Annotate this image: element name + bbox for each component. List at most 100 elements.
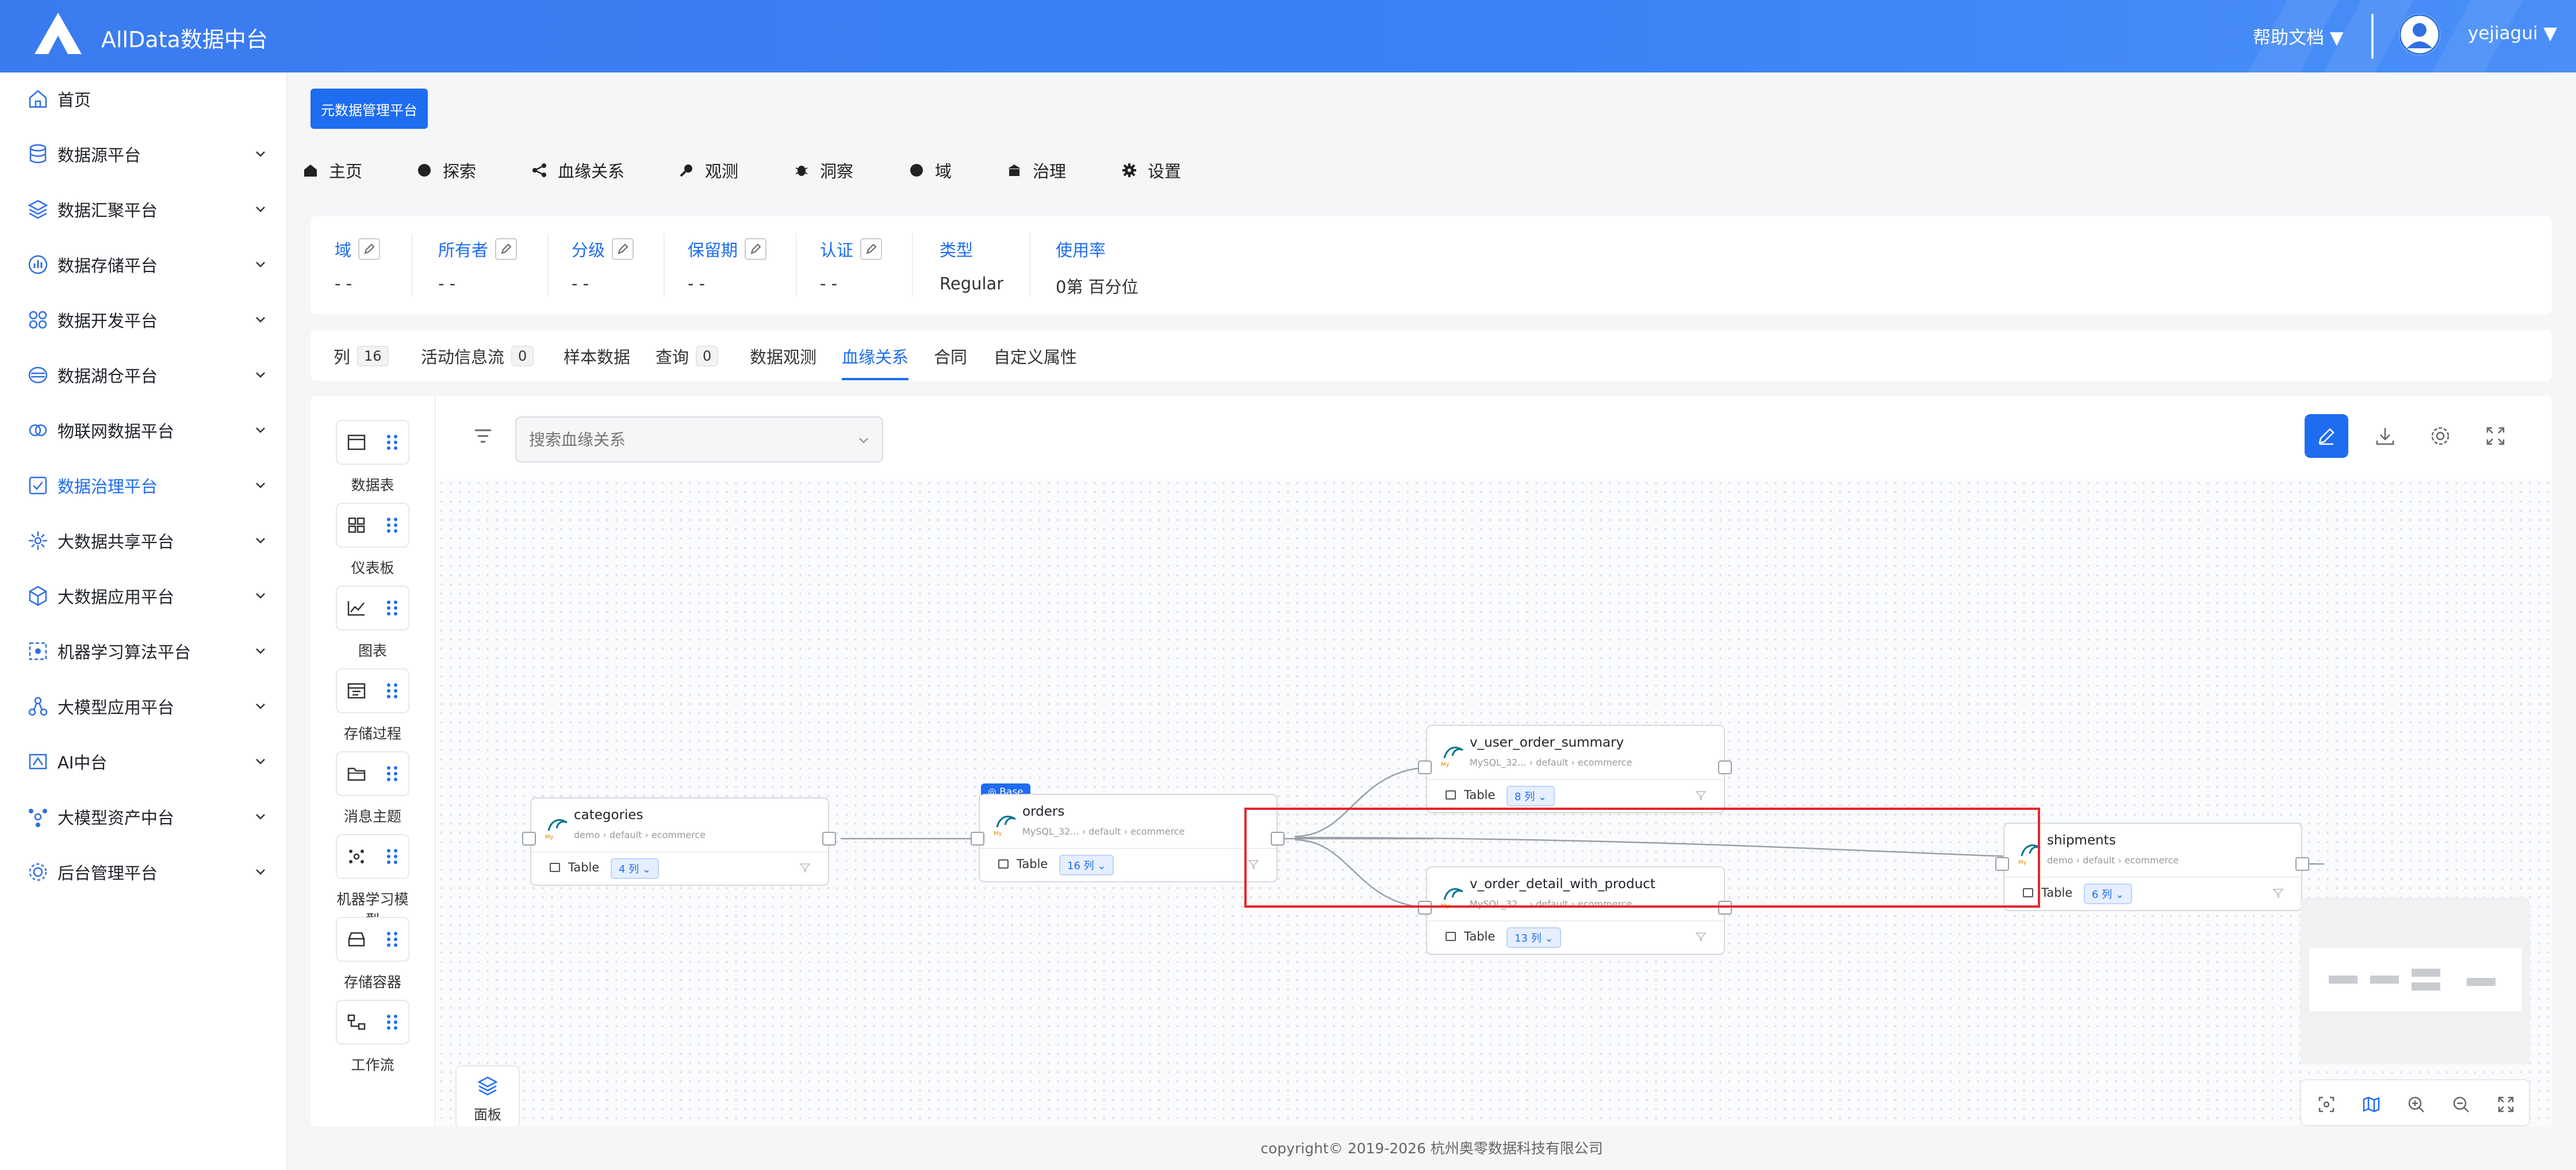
tab-contract[interactable]: 合同 (934, 343, 967, 369)
metadata-platform-button[interactable]: 元数据管理平台 (310, 89, 428, 129)
lineage-node-categories[interactable]: My categories demo › default › ecommerce… (530, 797, 829, 886)
palette-workflow[interactable]: 工作流 (336, 1000, 409, 1075)
columns-dropdown[interactable]: 13 列 ⌄ (1506, 927, 1562, 948)
sidebar-item-label: 大模型应用平台 (57, 698, 175, 717)
domain-icon (910, 164, 923, 177)
sidebar-item-development[interactable]: 数据开发平台 (0, 297, 288, 343)
edit-icon[interactable] (745, 238, 767, 260)
sidebar-item-storage[interactable]: 数据存储平台 (0, 242, 288, 288)
node-output-port[interactable] (1718, 760, 1732, 774)
filter-icon[interactable] (2272, 887, 2284, 898)
tab-sample-data[interactable]: 样本数据 (564, 343, 630, 369)
nav-observe[interactable]: 观测 (678, 158, 738, 183)
mysql-icon: My (994, 816, 1016, 837)
map-toggle-button[interactable] (2359, 1092, 2384, 1117)
sidebar-item-lakehouse[interactable]: 数据湖仓平台 (0, 352, 288, 398)
palette-container[interactable]: 存储容器 (336, 917, 409, 992)
sidebar-item-aggregation[interactable]: 数据汇聚平台 (0, 186, 288, 232)
settings-icon (29, 863, 47, 881)
fit-view-button[interactable] (2314, 1092, 2339, 1117)
tab-custom-properties[interactable]: 自定义属性 (994, 343, 1077, 369)
info-key: 使用率 (1056, 240, 1106, 260)
columns-dropdown[interactable]: 6 列 ⌄ (2084, 884, 2132, 904)
drag-handle-icon[interactable] (385, 1013, 399, 1031)
sidebar-item-application[interactable]: 大数据应用平台 (0, 573, 288, 619)
drag-handle-icon[interactable] (385, 764, 399, 783)
tab-activity-feed[interactable]: 活动信息流 0 (421, 343, 534, 369)
lineage-canvas[interactable]: My categories demo › default › ecommerce… (437, 396, 2552, 1126)
palette-procedure[interactable]: 存储过程 (336, 668, 409, 743)
node-output-port[interactable] (2295, 857, 2309, 871)
filter-icon[interactable] (1695, 931, 1707, 942)
drag-handle-icon[interactable] (385, 930, 399, 949)
sidebar-item-datasource[interactable]: 数据源平台 (0, 131, 288, 177)
edit-icon[interactable] (860, 238, 883, 260)
sidebar-item-admin[interactable]: 后台管理平台 (0, 849, 288, 895)
sidebar-item-label: 首页 (57, 90, 91, 110)
nav-settings[interactable]: 设置 (1121, 158, 1181, 183)
palette-label: 数据表 (351, 477, 394, 494)
edit-icon[interactable] (495, 238, 518, 260)
node-path: demo › default › ecommerce (574, 829, 706, 840)
sidebar-item-iot[interactable]: 物联网数据平台 (0, 407, 288, 453)
columns-dropdown[interactable]: 4 列 ⌄ (611, 858, 659, 879)
palette-table[interactable]: 数据表 (336, 420, 409, 495)
palette-ml-model[interactable]: 机器学习模型 (336, 834, 409, 930)
columns-dropdown[interactable]: 8 列 ⌄ (1506, 786, 1555, 806)
nav-governance[interactable]: 治理 (1006, 158, 1066, 183)
sidebar-item-sharing[interactable]: 大数据共享平台 (0, 518, 288, 564)
sidebar-item-ai[interactable]: AI中台 (0, 739, 288, 785)
node-name: orders (1022, 804, 1065, 819)
lineage-node-shipments[interactable]: My shipments demo › default › ecommerce … (2003, 823, 2302, 911)
info-value: - - (688, 274, 706, 293)
palette-chart[interactable]: 图表 (336, 586, 409, 660)
panel-button[interactable]: 面板 (455, 1065, 520, 1126)
sidebar-item-ml[interactable]: 机器学习算法平台 (0, 628, 288, 674)
node-input-port[interactable] (971, 832, 984, 846)
drag-handle-icon[interactable] (385, 847, 399, 866)
nav-domain[interactable]: 域 (908, 158, 952, 183)
filter-icon[interactable] (1695, 789, 1707, 801)
lineage-node-v-user-order-summary[interactable]: My v_user_order_summary MySQL_32... › de… (1426, 725, 1725, 813)
tab-columns[interactable]: 列 16 (334, 343, 389, 369)
info-certification: 认证 - - (820, 237, 883, 293)
edit-icon[interactable] (612, 238, 634, 260)
avatar[interactable] (2399, 14, 2440, 55)
columns-dropdown[interactable]: 16 列 ⌄ (1059, 855, 1114, 875)
palette-dashboard[interactable]: 仪表板 (336, 503, 409, 578)
drag-handle-icon[interactable] (385, 516, 399, 534)
nav-explore[interactable]: 探索 (416, 158, 476, 183)
tab-queries[interactable]: 查询 0 (656, 343, 719, 369)
layers-icon (477, 1076, 498, 1096)
node-input-port[interactable] (1418, 760, 1432, 774)
share-icon (29, 532, 47, 550)
tab-data-observability[interactable]: 数据观测 (750, 343, 816, 369)
nav-home[interactable]: 主页 (302, 158, 362, 183)
sidebar-item-home[interactable]: 首页 (0, 76, 288, 122)
palette-topic[interactable]: 消息主题 (336, 751, 409, 826)
user-menu[interactable]: yejiagui ▼ (2468, 23, 2557, 44)
filter-icon[interactable] (799, 862, 811, 873)
nav-insight[interactable]: 洞察 (793, 158, 853, 183)
help-docs-menu[interactable]: 帮助文档 ▼ (2253, 23, 2344, 49)
zoom-in-button[interactable] (2404, 1092, 2429, 1117)
sidebar-item-governance[interactable]: 数据治理平台 (0, 462, 288, 508)
sidebar-item-llm-app[interactable]: 大模型应用平台 (0, 683, 288, 729)
nav-lineage[interactable]: 血缘关系 (531, 158, 624, 183)
node-output-port[interactable] (822, 832, 836, 846)
zoom-out-button[interactable] (2448, 1092, 2474, 1117)
sidebar-item-llm-asset[interactable]: 大模型资产中台 (0, 794, 288, 840)
drag-handle-icon[interactable] (385, 682, 399, 700)
node-path: demo › default › ecommerce (2047, 855, 2179, 866)
drag-handle-icon[interactable] (385, 599, 399, 617)
chart-icon (347, 601, 365, 616)
node-input-port[interactable] (522, 832, 536, 846)
lineage-node-orders[interactable]: My orders MySQL_32... › default › ecomme… (979, 794, 1278, 882)
ml-model-icon (348, 850, 364, 863)
expand-button[interactable] (2493, 1092, 2518, 1117)
drag-handle-icon[interactable] (385, 433, 399, 452)
tab-lineage[interactable]: 血缘关系 (842, 343, 909, 380)
zoom-out-icon (2453, 1096, 2469, 1112)
edit-icon[interactable] (358, 238, 381, 260)
minimap[interactable] (2300, 897, 2530, 1064)
